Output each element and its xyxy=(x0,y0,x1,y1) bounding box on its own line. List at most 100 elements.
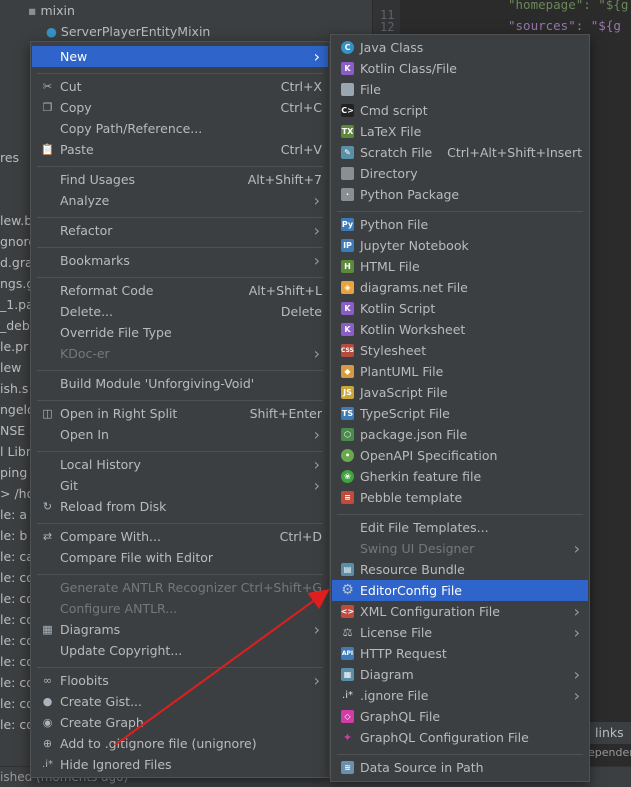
menu-item-diagrams-net-file[interactable]: ◈ diagrams.net File xyxy=(332,277,588,298)
tree-fragment[interactable]: lew xyxy=(0,357,30,378)
menu-item-refactor[interactable]: Refactor › xyxy=(32,220,328,241)
tree-fragment[interactable]: le: co xyxy=(0,651,30,672)
tree-fragment[interactable]: ngs.g xyxy=(0,273,30,294)
tree-fragment[interactable] xyxy=(0,168,30,189)
tree-fragment[interactable]: l Libra xyxy=(0,441,30,462)
menu-item-kotlin-class-file[interactable]: K Kotlin Class/File xyxy=(332,58,588,79)
tree-fragment[interactable]: gnore xyxy=(0,231,30,252)
menu-item-label: Stylesheet xyxy=(360,343,427,358)
menu-item-label: diagrams.net File xyxy=(360,280,468,295)
menu-item-bookmarks[interactable]: Bookmarks › xyxy=(32,250,328,271)
tree-item-file[interactable]: ● ServerPlayerEntityMixin xyxy=(46,21,210,42)
tree-fragment[interactable]: le: co xyxy=(0,714,30,735)
menu-item-python-file[interactable]: Py Python File xyxy=(332,214,588,235)
tree-item-folder[interactable]: ▪ mixin xyxy=(28,0,75,21)
menu-item-local-history[interactable]: Local History › xyxy=(32,454,328,475)
menu-item-floobits[interactable]: ∞ Floobits › xyxy=(32,670,328,691)
tree-fragment[interactable]: ish.s xyxy=(0,378,30,399)
menu-item-data-source-in-path[interactable]: ≋ Data Source in Path xyxy=(332,757,588,778)
menu-item-shortcut: Alt+Shift+7 xyxy=(247,172,322,187)
menu-item-html-file[interactable]: H HTML File xyxy=(332,256,588,277)
menu-item-label: Add to .gitignore file (unignore) xyxy=(60,736,257,751)
menu-item-label: TypeScript File xyxy=(360,406,450,421)
menu-item-python-package[interactable]: · Python Package xyxy=(332,184,588,205)
menu-item-cut[interactable]: ✂ Cut Ctrl+X xyxy=(32,76,328,97)
tool-tab-links[interactable]: links xyxy=(588,722,631,744)
menu-item-label: JavaScript File xyxy=(360,385,448,400)
tree-fragment[interactable]: NSE xyxy=(0,420,30,441)
menu-item-pebble-template[interactable]: ≡ Pebble template xyxy=(332,487,588,508)
tree-fragment[interactable]: d.gra xyxy=(0,252,30,273)
menu-item-ignore-file[interactable]: .i* .ignore File › xyxy=(332,685,588,706)
menu-item-create-graph[interactable]: ◉ Create Graph xyxy=(32,712,328,733)
html-icon: H xyxy=(340,259,355,274)
menu-item-update-copyright[interactable]: Update Copyright... xyxy=(32,640,328,661)
menu-item-http-request[interactable]: API HTTP Request xyxy=(332,643,588,664)
tree-fragment[interactable]: > /ho xyxy=(0,483,30,504)
tree-fragment[interactable]: le.pr xyxy=(0,336,30,357)
menu-item-find-usages[interactable]: Find Usages Alt+Shift+7 xyxy=(32,169,328,190)
menu-item-resource-bundle[interactable]: ▤ Resource Bundle xyxy=(332,559,588,580)
menu-item-analyze[interactable]: Analyze › xyxy=(32,190,328,211)
tree-fragment[interactable]: res xyxy=(0,147,30,168)
menu-item-build-module-unforgiving-void[interactable]: Build Module 'Unforgiving-Void' xyxy=(32,373,328,394)
menu-item-latex-file[interactable]: TX LaTeX File xyxy=(332,121,588,142)
chevron-right-icon: › xyxy=(573,623,580,642)
menu-item-kotlin-worksheet[interactable]: K Kotlin Worksheet xyxy=(332,319,588,340)
menu-item-typescript-file[interactable]: TS TypeScript File xyxy=(332,403,588,424)
tree-fragment[interactable]: _debu xyxy=(0,315,30,336)
menu-item-diagrams[interactable]: ▦ Diagrams › xyxy=(32,619,328,640)
menu-item-open-in-right-split[interactable]: ◫ Open in Right Split Shift+Enter xyxy=(32,403,328,424)
menu-item-open-in[interactable]: Open In › xyxy=(32,424,328,445)
menu-item-graphql-configuration-file[interactable]: ✦ GraphQL Configuration File xyxy=(332,727,588,748)
menu-item-stylesheet[interactable]: CSS Stylesheet xyxy=(332,340,588,361)
menu-item-reload-from-disk[interactable]: ↻ Reload from Disk xyxy=(32,496,328,517)
menu-item-gherkin-feature-file[interactable]: ❀ Gherkin feature file xyxy=(332,466,588,487)
menu-item-copy[interactable]: ❐ Copy Ctrl+C xyxy=(32,97,328,118)
menu-item-copy-path-reference[interactable]: Copy Path/Reference... xyxy=(32,118,328,139)
tree-fragment[interactable]: ngelo xyxy=(0,399,30,420)
menu-item-git[interactable]: Git › xyxy=(32,475,328,496)
menu-item-java-class[interactable]: C Java Class xyxy=(332,37,588,58)
tree-fragment[interactable]: le: ca xyxy=(0,546,30,567)
tree-fragment[interactable]: _1.pa xyxy=(0,294,30,315)
menu-item-license-file[interactable]: ⚖ License File › xyxy=(332,622,588,643)
menu-item-add-to-gitignore-file-unignore[interactable]: ⊕ Add to .gitignore file (unignore) xyxy=(32,733,328,754)
menu-item-package-json-file[interactable]: ⬡ package.json File xyxy=(332,424,588,445)
tree-fragment[interactable]: le: b xyxy=(0,525,30,546)
tree-fragment[interactable]: le: a xyxy=(0,504,30,525)
menu-item-plantuml-file[interactable]: ◆ PlantUML File xyxy=(332,361,588,382)
menu-item-scratch-file[interactable]: ✎ Scratch File Ctrl+Alt+Shift+Insert xyxy=(332,142,588,163)
menu-item-cmd-script[interactable]: C> Cmd script xyxy=(332,100,588,121)
menu-item-new[interactable]: New › xyxy=(32,46,328,67)
menu-item-graphql-file[interactable]: ◇ GraphQL File xyxy=(332,706,588,727)
menu-item-jupyter-notebook[interactable]: IP Jupyter Notebook xyxy=(332,235,588,256)
menu-item-diagram[interactable]: ▦ Diagram › xyxy=(332,664,588,685)
menu-item-javascript-file[interactable]: JS JavaScript File xyxy=(332,382,588,403)
tree-fragment[interactable]: le: co xyxy=(0,630,30,651)
menu-item-edit-file-templates[interactable]: Edit File Templates... xyxy=(332,517,588,538)
menu-item-create-gist[interactable]: ● Create Gist... xyxy=(32,691,328,712)
menu-item-paste[interactable]: 📋 Paste Ctrl+V xyxy=(32,139,328,160)
menu-item-directory[interactable]: Directory xyxy=(332,163,588,184)
menu-item-override-file-type[interactable]: Override File Type xyxy=(32,322,328,343)
tree-fragment[interactable]: le: co xyxy=(0,693,30,714)
menu-item-hide-ignored-files[interactable]: .i* Hide Ignored Files xyxy=(32,754,328,775)
tree-fragment[interactable]: le: co xyxy=(0,588,30,609)
menu-item-file[interactable]: File xyxy=(332,79,588,100)
menu-item-openapi-specification[interactable]: • OpenAPI Specification xyxy=(332,445,588,466)
menu-item-xml-configuration-file[interactable]: <> XML Configuration File › xyxy=(332,601,588,622)
tree-fragment[interactable]: le: co xyxy=(0,672,30,693)
menu-item-reformat-code[interactable]: Reformat Code Alt+Shift+L xyxy=(32,280,328,301)
menu-item-compare-file-with-editor[interactable]: Compare File with Editor xyxy=(32,547,328,568)
tree-fragment[interactable]: le: co xyxy=(0,609,30,630)
tree-fragment[interactable]: le: co xyxy=(0,567,30,588)
menu-item-kotlin-script[interactable]: K Kotlin Script xyxy=(332,298,588,319)
menu-item-editorconfig-file[interactable]: ⚙ EditorConfig File xyxy=(332,580,588,601)
tree-fragment[interactable] xyxy=(0,189,30,210)
menu-item-compare-with[interactable]: ⇄ Compare With... Ctrl+D xyxy=(32,526,328,547)
menu-separator xyxy=(37,370,323,371)
tree-fragment[interactable]: ping xyxy=(0,462,30,483)
tree-fragment[interactable]: lew.b xyxy=(0,210,30,231)
menu-item-delete[interactable]: Delete... Delete xyxy=(32,301,328,322)
